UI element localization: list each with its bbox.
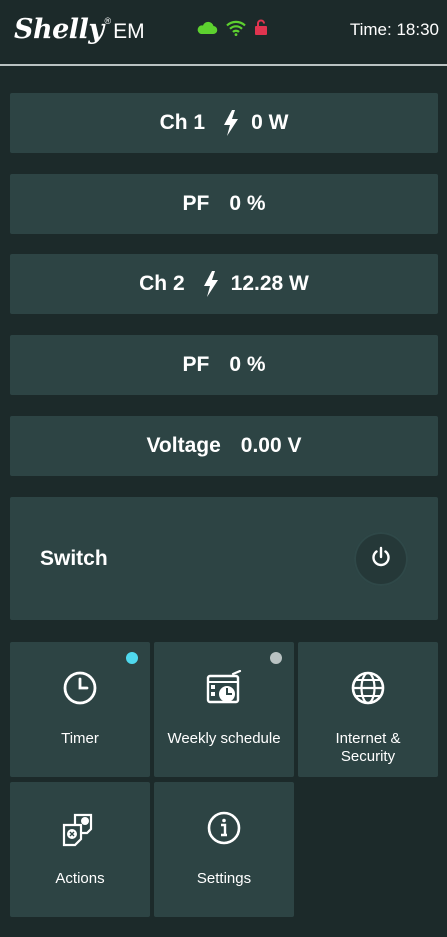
globe-icon [348,668,388,708]
switch-panel: Switch [10,497,438,620]
weekly-schedule-tile[interactable]: Weekly schedule [154,642,294,777]
channel-1-power-row[interactable]: Ch 1 0 W [10,93,438,153]
voltage-label: Voltage [146,434,221,457]
internet-security-label: Internet & Security [298,730,438,766]
lock-open-icon [254,19,268,41]
info-icon [204,808,244,848]
pf-1-value: 0 % [229,192,266,215]
channel-1-power-value: 0 W [251,111,289,134]
lightning-icon [223,110,239,136]
channel-1-label: Ch 1 [159,111,206,134]
timer-status-dot [126,652,138,664]
channel-2-label: Ch 2 [139,272,185,295]
brand-registered-mark: ® [104,16,112,26]
actions-icon [60,808,100,848]
internet-security-label-line1: Internet & [335,730,401,747]
pf-2-value: 0 % [229,353,266,376]
brand-name: Shelly [14,14,104,45]
channel-2-power-value: 12.28 W [230,272,309,295]
device-model: EM [113,20,145,43]
status-icons [196,19,268,41]
internet-security-tile[interactable]: Internet & Security [298,642,438,777]
wifi-icon [226,20,246,41]
weekly-schedule-label: Weekly schedule [167,730,281,747]
actions-tile[interactable]: Actions [10,782,150,917]
clock-icon [60,668,100,708]
channel-1-pf-row[interactable]: PF 0 % [10,174,438,234]
shelly-logo: Shelly ® EM [14,14,145,50]
voltage-value: 0.00 V [240,434,302,457]
internet-security-label-line2: Security [340,748,396,765]
calendar-schedule-icon [204,668,244,708]
cloud-icon [196,21,218,40]
voltage-row[interactable]: Voltage 0.00 V [10,416,438,476]
power-icon [370,546,392,573]
header-divider [0,64,447,66]
clock-time: Time: 18:30 [349,20,439,39]
switch-label: Switch [40,547,108,570]
settings-tile[interactable]: Settings [154,782,294,917]
channel-2-power-row[interactable]: Ch 2 12.28 W [10,254,438,314]
app-header: Shelly ® EM Time: 18:30 [0,0,447,64]
pf-2-label: PF [182,353,210,376]
settings-label: Settings [196,870,252,887]
timer-label: Timer [61,730,99,747]
channel-2-pf-row[interactable]: PF 0 % [10,335,438,395]
power-button[interactable] [354,532,408,586]
lightning-icon [203,271,219,297]
pf-1-label: PF [182,192,210,215]
actions-label: Actions [55,870,105,887]
timer-tile[interactable]: Timer [10,642,150,777]
weekly-schedule-status-dot [270,652,282,664]
